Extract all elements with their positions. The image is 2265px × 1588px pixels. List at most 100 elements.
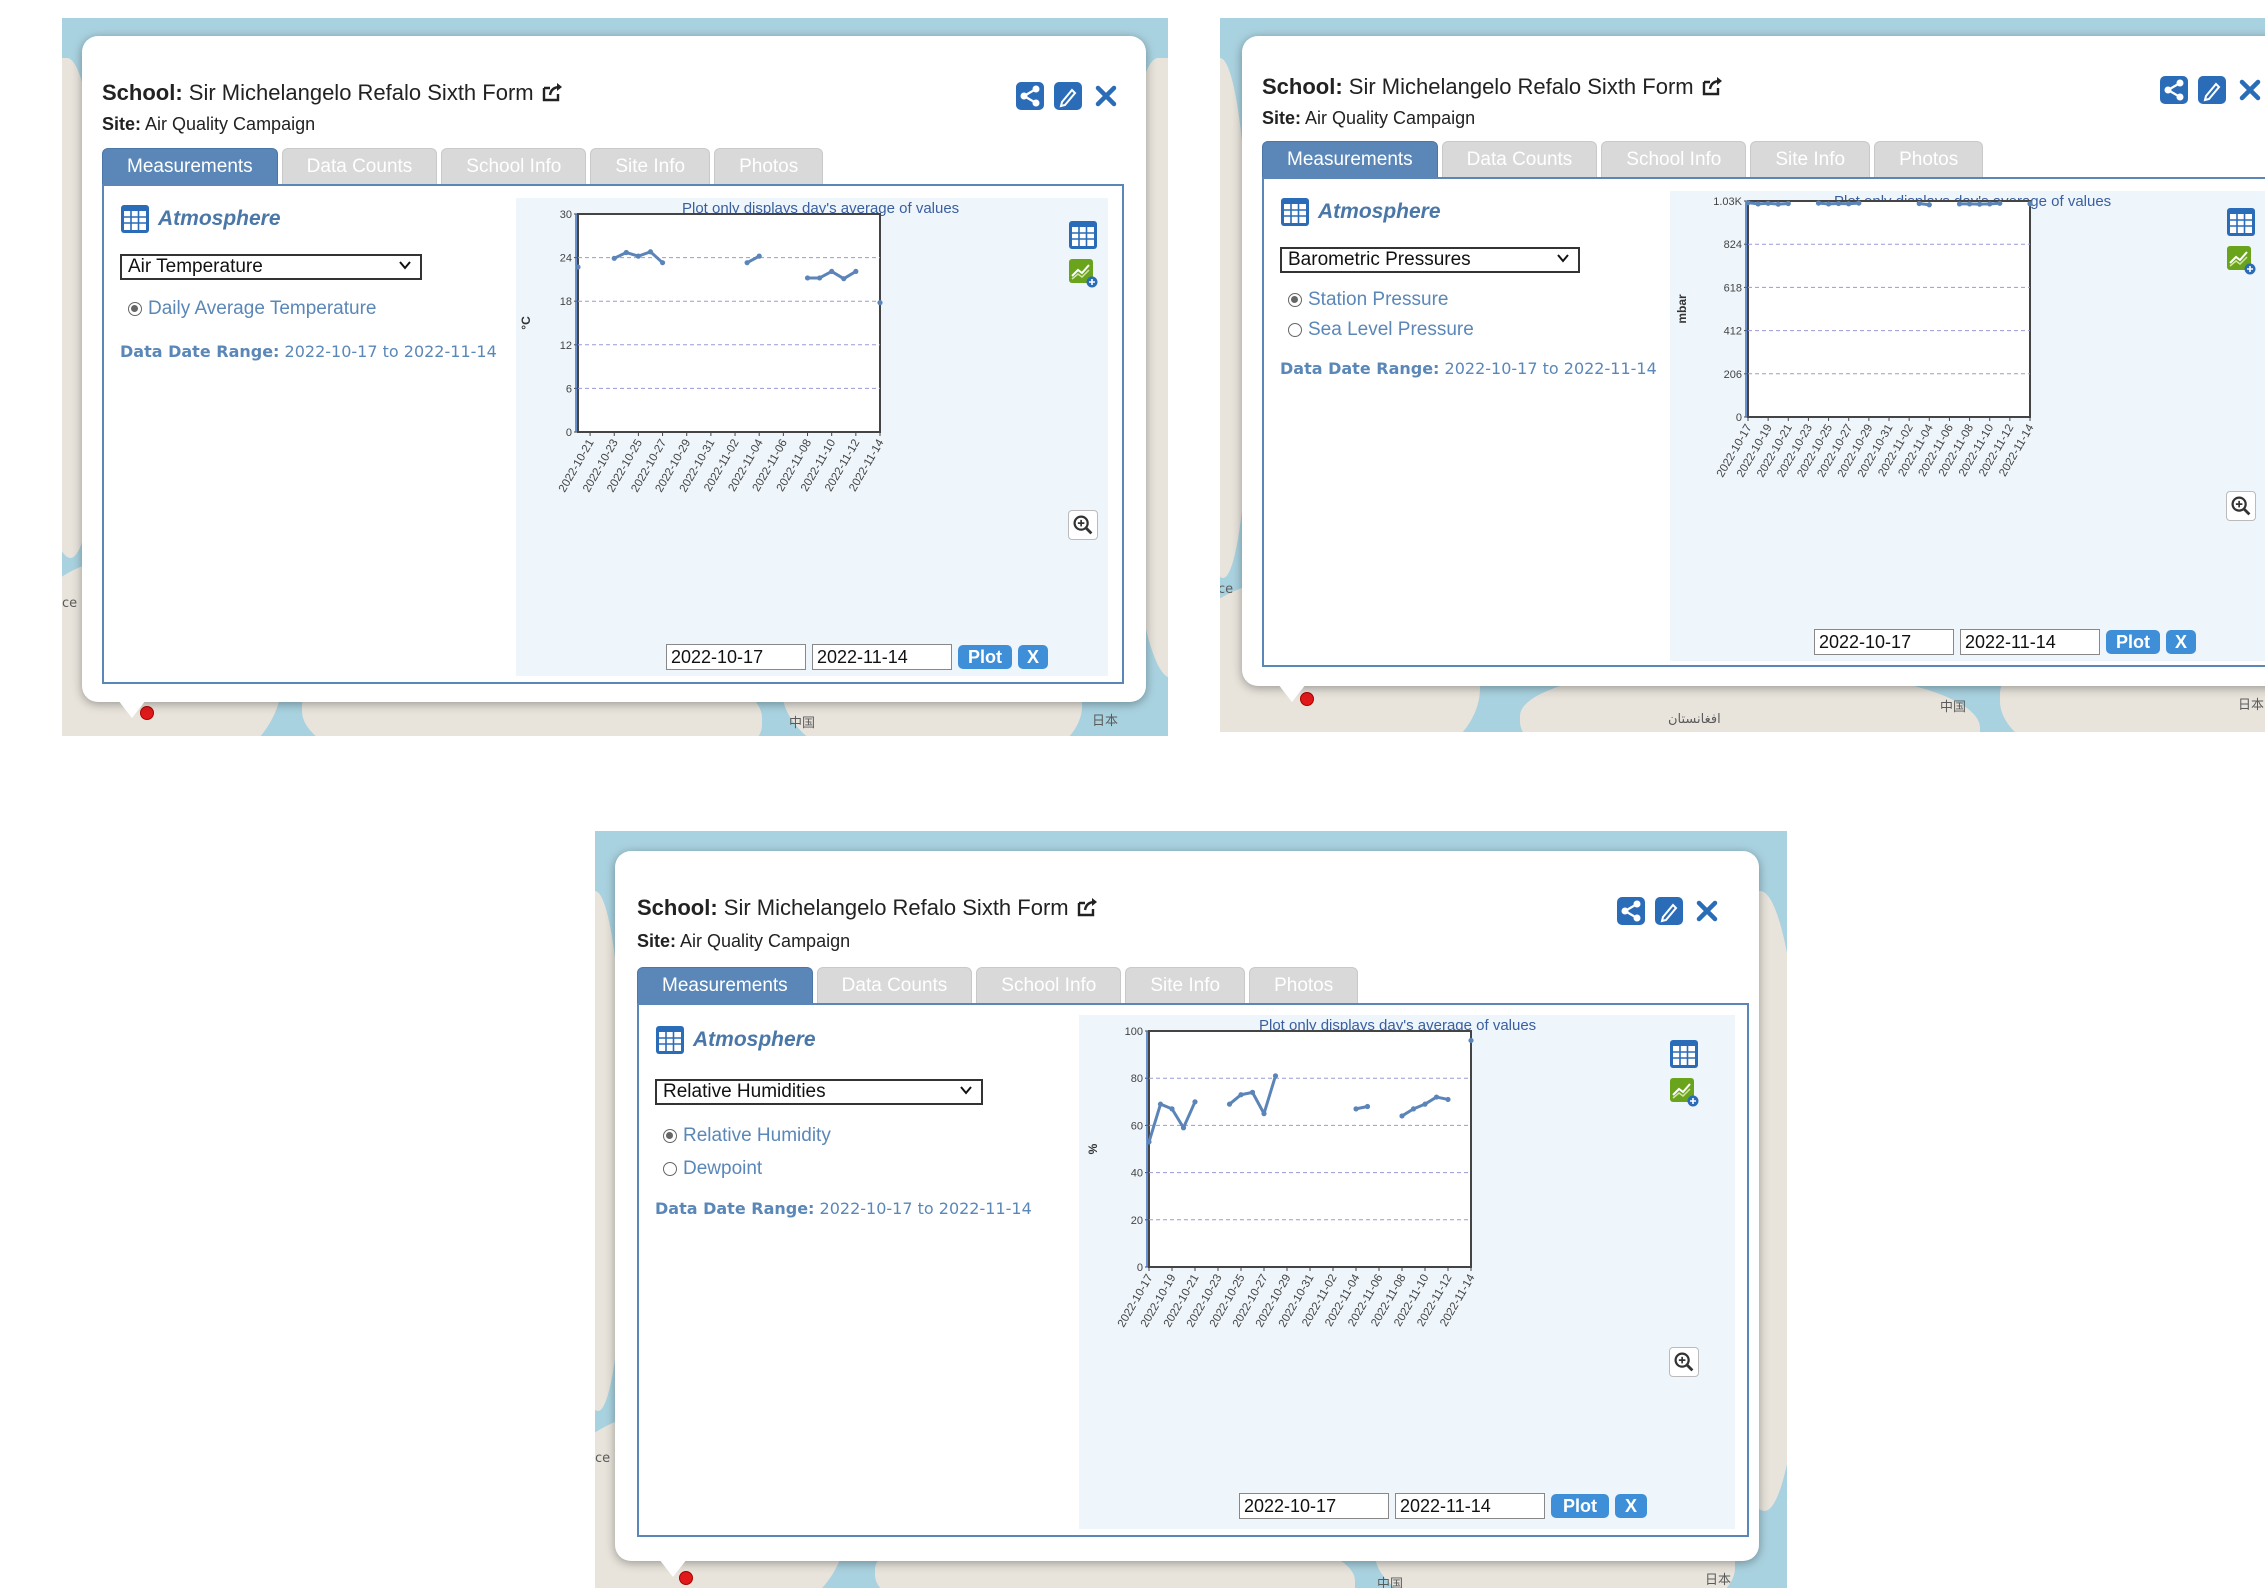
tab-site-info[interactable]: Site Info: [1125, 967, 1246, 1004]
data-point: [1987, 201, 1993, 207]
data-point: [1977, 201, 1983, 207]
radio-station-pressure[interactable]: Station Pressure: [1288, 289, 1448, 311]
chart-add-icon[interactable]: [2226, 245, 2256, 275]
tab-measurements[interactable]: Measurements: [637, 967, 813, 1004]
data-point: [1825, 201, 1832, 207]
data-point: [1926, 202, 1932, 208]
y-axis-label: mbar: [1675, 294, 1689, 324]
tab-photos[interactable]: Photos: [714, 148, 824, 185]
radio-dot[interactable]: [128, 302, 142, 316]
plot-frame: [1148, 1030, 1472, 1268]
radio-daily-average-temperature[interactable]: Daily Average Temperature: [128, 298, 376, 320]
line-chart-relative-humidity: 020406080100%2022-10-172022-10-192022-10…: [1086, 1026, 1478, 1329]
external-link-icon[interactable]: [1702, 76, 1724, 96]
edit-icon[interactable]: [2198, 76, 2226, 104]
select-value: Barometric Pressures: [1288, 249, 1471, 270]
tab-bar: Measurements Data Counts School Info Sit…: [637, 967, 1359, 1004]
plot-button[interactable]: Plot: [2106, 630, 2160, 654]
measurement-select[interactable]: Relative Humidities: [655, 1079, 983, 1105]
map-label: 中国: [1940, 700, 1967, 715]
category-title: Atmosphere: [158, 207, 281, 230]
y-tick-label: 824: [1724, 239, 1742, 251]
school-name: Sir Michelangelo Refalo Sixth Form: [723, 895, 1069, 920]
external-link-icon[interactable]: [542, 82, 564, 102]
close-icon[interactable]: [1092, 82, 1120, 110]
data-point: [1261, 1111, 1267, 1117]
close-icon[interactable]: [1693, 897, 1721, 925]
data-point: [1433, 1094, 1440, 1100]
tab-measurements[interactable]: Measurements: [1262, 141, 1438, 178]
popup-tail: [659, 1559, 687, 1577]
tab-school-info[interactable]: School Info: [976, 967, 1122, 1004]
measurements-panel: Atmosphere Barometric Pressures Station …: [1262, 177, 2265, 667]
tab-data-counts[interactable]: Data Counts: [281, 148, 438, 185]
date-to-input[interactable]: 2022-11-14: [1395, 1493, 1545, 1519]
share-icon[interactable]: [1016, 82, 1044, 110]
measurement-select[interactable]: Air Temperature: [120, 254, 422, 280]
measurement-select[interactable]: Barometric Pressures: [1280, 247, 1580, 273]
radio-dot[interactable]: [663, 1162, 677, 1176]
data-date-range: Data Date Range: 2022-10-17 to 2022-11-1…: [120, 342, 497, 361]
site-name: Air Quality Campaign: [1305, 108, 1476, 128]
tab-bar: Measurements Data Counts School Info Sit…: [1262, 141, 1984, 178]
radio-sea-level-pressure[interactable]: Sea Level Pressure: [1288, 319, 1474, 341]
line-chart-barometric-pressure: 02064126188241.03Kmbar2022-10-172022-10-…: [1675, 196, 2037, 479]
plot-button[interactable]: Plot: [1551, 1494, 1609, 1518]
category-header: Atmosphere: [120, 204, 281, 234]
data-point: [1775, 201, 1781, 207]
zoom-in-icon[interactable]: [1669, 1347, 1699, 1377]
edit-icon[interactable]: [1655, 897, 1683, 925]
date-from-input[interactable]: 2022-10-17: [1814, 629, 1954, 655]
date-from-input[interactable]: 2022-10-17: [1239, 1493, 1389, 1519]
tab-measurements[interactable]: Measurements: [102, 148, 278, 185]
y-tick-label: 18: [560, 296, 572, 308]
map-label: ce: [1220, 582, 1234, 597]
share-icon[interactable]: [1617, 897, 1645, 925]
tab-photos[interactable]: Photos: [1249, 967, 1359, 1004]
radio-dot[interactable]: [663, 1129, 677, 1143]
external-link-icon[interactable]: [1077, 897, 1099, 917]
data-point: [659, 260, 666, 266]
date-to-input[interactable]: 2022-11-14: [812, 644, 952, 670]
tab-data-counts[interactable]: Data Counts: [1441, 141, 1598, 178]
tab-photos[interactable]: Photos: [1874, 141, 1984, 178]
close-icon[interactable]: [2236, 76, 2264, 104]
radio-dot[interactable]: [1288, 293, 1302, 307]
y-tick-label: 20: [1131, 1215, 1143, 1227]
tab-school-info[interactable]: School Info: [441, 148, 587, 185]
map-label: 日本: [1705, 1573, 1732, 1588]
zoom-in-icon[interactable]: [2226, 491, 2256, 521]
screenshot-air-temperature: 中国 日本 ce School: Sir Michelangelo Refalo…: [62, 18, 1168, 736]
chart-add-icon[interactable]: [1669, 1077, 1699, 1107]
table-icon[interactable]: [1669, 1039, 1699, 1069]
radio-label: Dewpoint: [683, 1158, 763, 1179]
tab-data-counts[interactable]: Data Counts: [816, 967, 973, 1004]
table-icon[interactable]: [2226, 207, 2256, 237]
tab-site-info[interactable]: Site Info: [590, 148, 711, 185]
tab-school-info[interactable]: School Info: [1601, 141, 1747, 178]
radio-dot[interactable]: [1288, 323, 1302, 337]
site-title: Site: Air Quality Campaign: [1262, 108, 1475, 129]
y-tick-label: 30: [560, 209, 572, 221]
site-label: Site:: [102, 114, 142, 134]
clear-button[interactable]: X: [2166, 630, 2196, 654]
y-tick-label: 1.03K: [1713, 196, 1742, 208]
zoom-in-icon[interactable]: [1068, 510, 1098, 540]
table-icon[interactable]: [1068, 220, 1098, 250]
data-point: [1192, 1099, 1198, 1105]
edit-icon[interactable]: [1054, 82, 1082, 110]
radio-dewpoint[interactable]: Dewpoint: [663, 1158, 762, 1180]
date-from-input[interactable]: 2022-10-17: [666, 644, 806, 670]
plot-button[interactable]: Plot: [958, 645, 1012, 669]
y-tick-label: 618: [1724, 282, 1742, 294]
share-icon[interactable]: [2160, 76, 2188, 104]
clear-button[interactable]: X: [1018, 645, 1048, 669]
map-label: 日本: [2238, 698, 2265, 713]
chart-add-icon[interactable]: [1068, 258, 1098, 288]
clear-button[interactable]: X: [1615, 1494, 1647, 1518]
date-to-input[interactable]: 2022-11-14: [1960, 629, 2100, 655]
school-name: Sir Michelangelo Refalo Sixth Form: [1348, 74, 1694, 99]
radio-relative-humidity[interactable]: Relative Humidity: [663, 1125, 831, 1147]
category-header: Atmosphere: [655, 1025, 816, 1055]
tab-site-info[interactable]: Site Info: [1750, 141, 1871, 178]
